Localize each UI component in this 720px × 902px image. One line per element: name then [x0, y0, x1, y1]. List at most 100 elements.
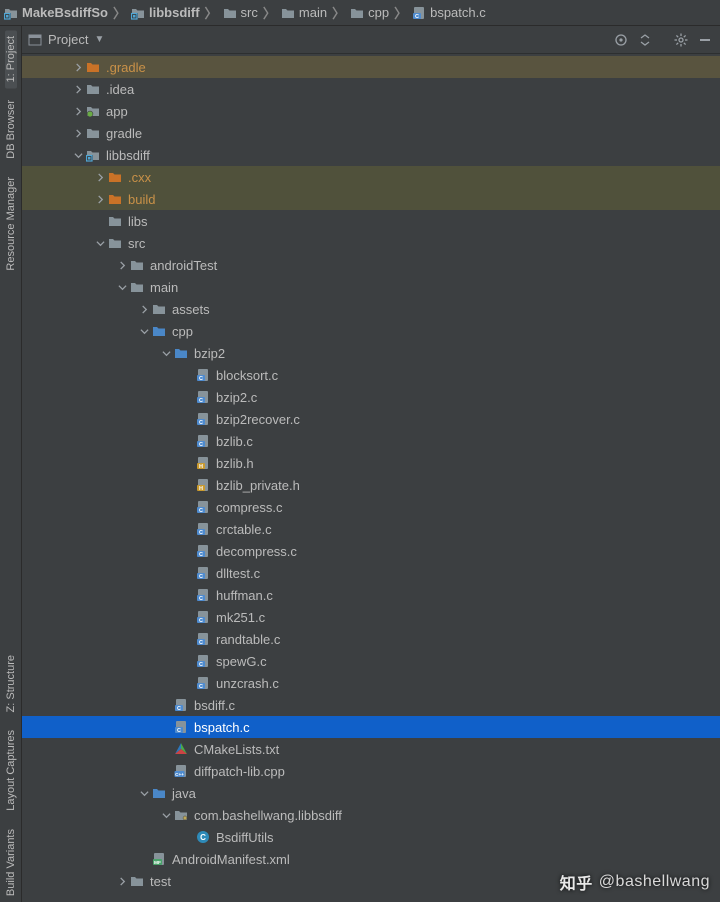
tree-file[interactable]: Hbzlib.h	[22, 452, 720, 474]
tree-folder[interactable]: cpp	[22, 320, 720, 342]
folder-icon	[281, 6, 295, 20]
tree-file[interactable]: Cunzcrash.c	[22, 672, 720, 694]
tool-window-tab[interactable]: 1: Project	[5, 30, 17, 88]
project-tool-window: Project ▼ .gradle.ideaapp gradle libbsdiff…	[22, 26, 720, 902]
chevron-down-icon[interactable]	[116, 281, 128, 293]
gear-icon[interactable]	[672, 31, 690, 49]
tree-folder[interactable]: bzip2	[22, 342, 720, 364]
tree-folder[interactable]: assets	[22, 298, 720, 320]
breadcrumb-item[interactable]: cpp	[350, 5, 389, 20]
tree-folder[interactable]: com.bashellwang.libbsdiff	[22, 804, 720, 826]
module-icon	[4, 6, 18, 20]
target-icon[interactable]	[612, 31, 630, 49]
tree-folder[interactable]: main	[22, 276, 720, 298]
chevron-right-icon[interactable]	[116, 875, 128, 887]
breadcrumb-item[interactable]: libbsdiff	[131, 5, 200, 20]
tool-window-tab[interactable]: Resource Manager	[5, 171, 17, 277]
tree-folder[interactable]: .cxx	[22, 166, 720, 188]
tool-window-tab[interactable]: Z: Structure	[5, 649, 17, 718]
chevron-right-icon[interactable]	[72, 105, 84, 117]
tree-folder[interactable]: .idea	[22, 78, 720, 100]
chevron-down-icon[interactable]	[160, 347, 172, 359]
chevron-right-icon[interactable]	[116, 259, 128, 271]
chevron-right-icon[interactable]	[72, 61, 84, 73]
tree-file[interactable]: Cbzip2recover.c	[22, 408, 720, 430]
tree-file[interactable]: CMakeLists.txt	[22, 738, 720, 760]
tree-file[interactable]: CspewG.c	[22, 650, 720, 672]
breadcrumb-item[interactable]: Cbspatch.c	[412, 5, 486, 20]
chevron-down-icon[interactable]	[138, 787, 150, 799]
cfile-icon: C	[196, 632, 210, 646]
breadcrumb-item[interactable]: src	[223, 5, 258, 20]
tree-file[interactable]: Chuffman.c	[22, 584, 720, 606]
tree-item-label: main	[150, 280, 178, 295]
chevron-down-icon[interactable]	[160, 809, 172, 821]
arrow-placeholder	[182, 435, 194, 447]
tree-file[interactable]: Cbzlib.c	[22, 430, 720, 452]
tree-file[interactable]: MFAndroidManifest.xml	[22, 848, 720, 870]
arrow-placeholder	[182, 413, 194, 425]
tree-folder[interactable]: androidTest	[22, 254, 720, 276]
tree-item-label: diffpatch-lib.cpp	[194, 764, 285, 779]
tree-item-label: androidTest	[150, 258, 217, 273]
chevron-down-icon[interactable]	[138, 325, 150, 337]
breadcrumb: MakeBsdiffSo〉libbsdiff〉src〉main〉cpp〉Cbsp…	[0, 0, 720, 26]
module-green-icon	[86, 104, 100, 118]
cfile-icon: C	[196, 610, 210, 624]
breadcrumb-item[interactable]: main	[281, 5, 327, 20]
arrow-placeholder	[182, 611, 194, 623]
tree-folder[interactable]: src	[22, 232, 720, 254]
tool-window-tab[interactable]: Build Variants	[5, 823, 17, 902]
tree-folder[interactable]: java	[22, 782, 720, 804]
breadcrumb-label: bspatch.c	[430, 5, 486, 20]
collapse-icon[interactable]	[636, 31, 654, 49]
tree-folder[interactable]: libs	[22, 210, 720, 232]
folder-orange-icon	[108, 170, 122, 184]
package-icon	[174, 808, 188, 822]
breadcrumb-item[interactable]: MakeBsdiffSo	[4, 5, 108, 20]
tree-file[interactable]: Cmk251.c	[22, 606, 720, 628]
cppfile-icon: C++	[174, 764, 188, 778]
chevron-right-icon[interactable]	[94, 193, 106, 205]
tool-window-tab[interactable]: DB Browser	[5, 94, 17, 165]
project-tree[interactable]: .gradle.ideaapp gradle libbsdiff.cxxbuildl…	[22, 54, 720, 902]
tree-file[interactable]: Hbzlib_private.h	[22, 474, 720, 496]
arrow-placeholder	[182, 831, 194, 843]
folder-blue-icon	[174, 346, 188, 360]
chevron-right-icon[interactable]	[94, 171, 106, 183]
tree-file[interactable]: Crandtable.c	[22, 628, 720, 650]
tree-item-label: gradle	[106, 126, 142, 141]
chevron-down-icon[interactable]	[72, 149, 84, 161]
hide-icon[interactable]	[696, 31, 714, 49]
chevron-down-icon[interactable]	[94, 237, 106, 249]
tree-folder[interactable]: gradle	[22, 122, 720, 144]
tree-file[interactable]: Cblocksort.c	[22, 364, 720, 386]
tree-file[interactable]: Cdecompress.c	[22, 540, 720, 562]
tree-file[interactable]: Cbspatch.c	[22, 716, 720, 738]
arrow-placeholder	[182, 523, 194, 535]
chevron-right-icon[interactable]	[72, 127, 84, 139]
tree-file[interactable]: Cbsdiff.c	[22, 694, 720, 716]
tree-file[interactable]: CBsdiffUtils	[22, 826, 720, 848]
tree-folder[interactable]: build	[22, 188, 720, 210]
svg-text:C: C	[199, 420, 203, 426]
tree-folder[interactable]: .gradle	[22, 56, 720, 78]
arrow-placeholder	[182, 369, 194, 381]
svg-text:C: C	[177, 706, 181, 712]
tree-folder[interactable]: app	[22, 100, 720, 122]
chevron-right-icon[interactable]	[72, 83, 84, 95]
tree-file[interactable]: Cbzip2.c	[22, 386, 720, 408]
tree-folder[interactable]: libbsdiff	[22, 144, 720, 166]
tree-folder[interactable]: test	[22, 870, 720, 892]
tree-item-label: cpp	[172, 324, 193, 339]
folder-orange-icon	[86, 60, 100, 74]
chevron-right-icon[interactable]	[138, 303, 150, 315]
tree-file[interactable]: Cdlltest.c	[22, 562, 720, 584]
svg-text:C: C	[199, 640, 203, 646]
cfile-icon: C	[196, 588, 210, 602]
tool-window-tab[interactable]: Layout Captures	[5, 724, 17, 817]
tree-file[interactable]: Ccompress.c	[22, 496, 720, 518]
tree-file[interactable]: C++ diffpatch-lib.cpp	[22, 760, 720, 782]
project-view-selector[interactable]: Project ▼	[28, 32, 606, 47]
tree-file[interactable]: Ccrctable.c	[22, 518, 720, 540]
